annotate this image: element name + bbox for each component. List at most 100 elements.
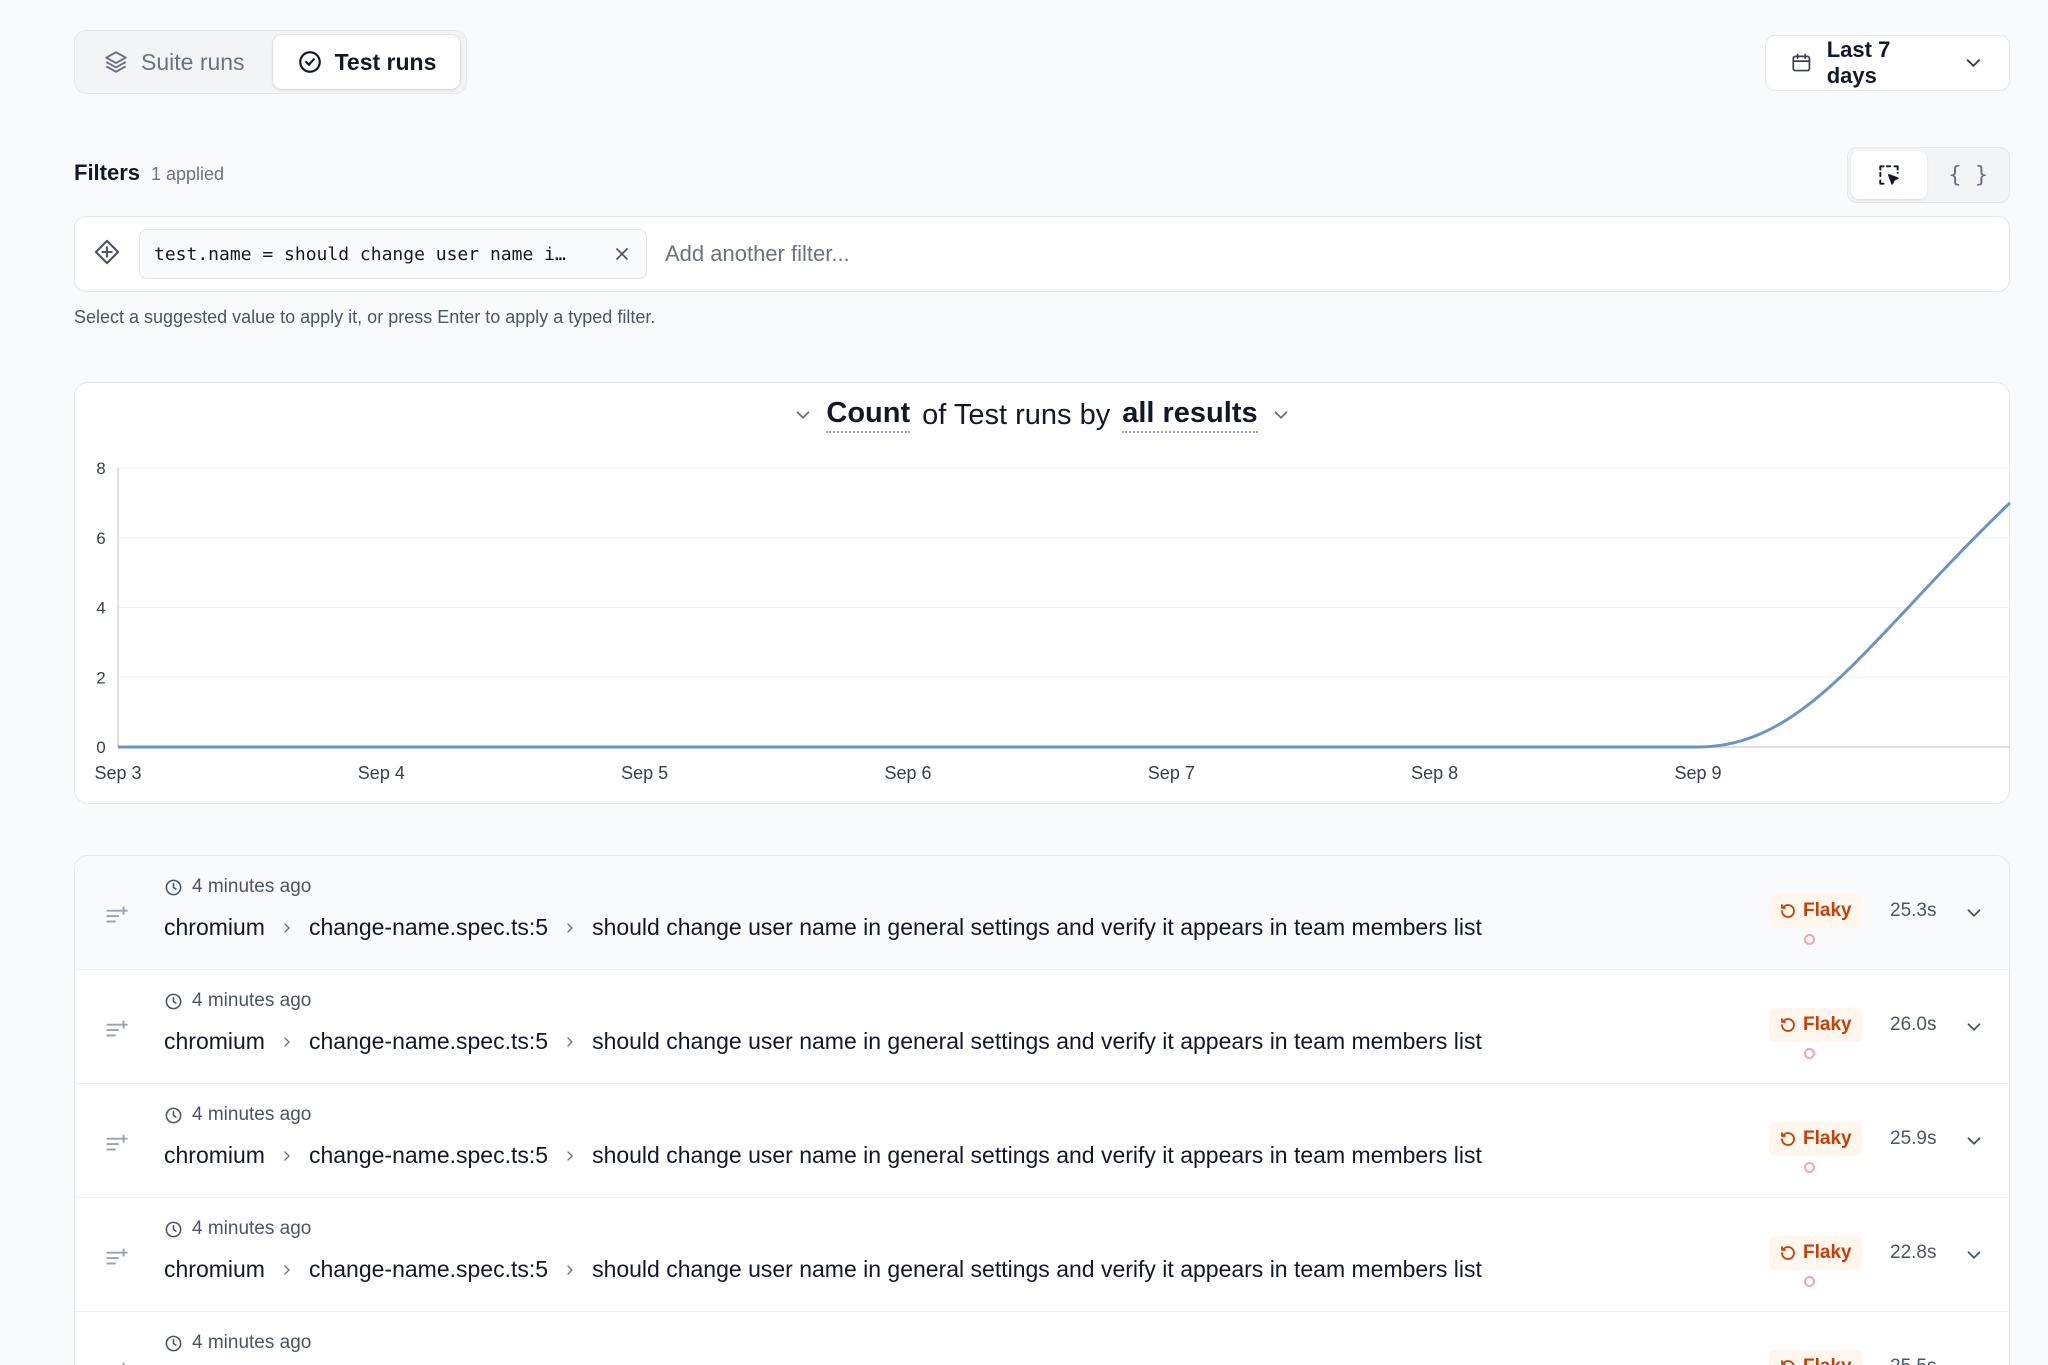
- chevron-down-icon[interactable]: [1963, 1244, 1985, 1266]
- filter-lines-icon: [106, 906, 128, 923]
- chevron-down-icon[interactable]: [792, 404, 814, 426]
- tab-suite-runs[interactable]: Suite runs: [79, 35, 269, 89]
- test-run-row[interactable]: 4 minutes ago chromium change-name.spec.…: [75, 856, 2009, 970]
- layers-icon: [105, 51, 127, 73]
- x-tick-label: Sep 4: [358, 763, 405, 783]
- filter-lines-icon: [106, 1248, 128, 1265]
- run-type-toggle: Suite runs Test runs: [74, 30, 467, 94]
- chevron-down-icon[interactable]: [1963, 1016, 1985, 1038]
- filter-lines-icon: [106, 1020, 128, 1037]
- series-line: [118, 501, 2011, 749]
- status-dot: [1804, 1048, 1815, 1059]
- run-spec: change-name.spec.ts:5: [308, 1256, 549, 1282]
- braces-icon: { }: [1948, 162, 1989, 188]
- status-dot: [1804, 1276, 1815, 1287]
- run-duration: 26.0s: [1890, 1014, 1937, 1035]
- run-time-text: 4 minutes ago: [192, 1104, 312, 1125]
- group-by-dropdown[interactable]: all results: [1122, 397, 1258, 433]
- test-run-row[interactable]: 4 minutes ago chromium change-name.spec.…: [75, 1198, 2009, 1312]
- retry-icon: [1781, 1246, 1795, 1260]
- filters-title: Filters: [74, 160, 141, 185]
- run-breadcrumb: chromium change-name.spec.ts:5 should ch…: [164, 1256, 1482, 1283]
- status-text: Flaky: [1803, 1242, 1852, 1263]
- run-duration: 22.8s: [1890, 1242, 1937, 1263]
- run-test-name: should change user name in general setti…: [592, 914, 1482, 940]
- chevron-down-icon[interactable]: [1963, 902, 1985, 924]
- chevron-right-icon: [284, 1036, 290, 1047]
- chevron-down-icon: [1967, 59, 1981, 67]
- calendar-icon: [1792, 53, 1811, 72]
- run-test-name: should change user name in general setti…: [592, 1142, 1482, 1168]
- code-filter-mode-button[interactable]: { }: [1931, 151, 2007, 199]
- close-icon[interactable]: [612, 244, 632, 264]
- status-badge: Flaky: [1769, 1008, 1862, 1042]
- run-time-text: 4 minutes ago: [192, 990, 312, 1011]
- chevron-right-icon: [284, 1264, 290, 1275]
- x-tick-label: Sep 5: [621, 763, 668, 783]
- status-text: Flaky: [1803, 1128, 1852, 1149]
- run-time: 4 minutes ago: [164, 876, 311, 898]
- status-text: Flaky: [1803, 1014, 1852, 1035]
- clock-icon: [165, 1107, 182, 1123]
- y-tick-label: 2: [96, 668, 105, 687]
- retry-icon: [1781, 1132, 1795, 1146]
- run-browser: chromium: [164, 1256, 265, 1282]
- status-text: Flaky: [1803, 1356, 1852, 1365]
- clock-icon: [165, 993, 182, 1009]
- run-spec: change-name.spec.ts:5: [308, 1028, 549, 1054]
- run-spec: change-name.spec.ts:5: [308, 1142, 549, 1168]
- run-breadcrumb: chromium change-name.spec.ts:5 should ch…: [164, 1028, 1482, 1055]
- x-tick-label: Sep 7: [1148, 763, 1195, 783]
- run-duration: 25.5s: [1890, 1356, 1936, 1365]
- chevron-down-icon[interactable]: [1963, 1130, 1985, 1152]
- status-dot: [1804, 934, 1815, 945]
- filter-hint: Select a suggested value to apply it, or…: [74, 307, 656, 327]
- y-tick-label: 8: [96, 459, 105, 478]
- retry-icon: [1781, 1018, 1795, 1032]
- y-tick-label: 6: [96, 529, 105, 548]
- run-browser: chromium: [164, 1028, 265, 1054]
- run-time-text: 4 minutes ago: [192, 1332, 312, 1353]
- visual-filter-mode-button[interactable]: [1851, 151, 1927, 199]
- filter-view-toggle: { }: [1847, 147, 2010, 203]
- clock-icon: [165, 879, 182, 895]
- run-time: 4 minutes ago: [164, 1104, 311, 1126]
- run-duration: 25.3s: [1890, 900, 1937, 921]
- test-run-row[interactable]: 4 minutes ago chromium change-name.spec.…: [75, 970, 2009, 1084]
- chevron-right-icon: [567, 1264, 573, 1275]
- y-tick-label: 4: [96, 599, 105, 618]
- test-runs-list: 4 minutes ago chromium change-name.spec.…: [74, 855, 2010, 1365]
- metric-dropdown[interactable]: Count: [826, 397, 911, 433]
- add-filter-input[interactable]: [665, 230, 1991, 278]
- x-tick-label: Sep 8: [1411, 763, 1458, 783]
- date-range-label: Last 7 days: [1826, 37, 1891, 88]
- chevron-right-icon: [284, 922, 290, 933]
- filter-lines-icon: [122, 1362, 125, 1365]
- test-run-row[interactable]: 4 minutes ago chromium change-name.spec.…: [75, 1084, 2009, 1198]
- chevron-right-icon: [567, 1036, 573, 1047]
- status-badge: Flaky: [1769, 1122, 1862, 1156]
- chevron-down-icon[interactable]: [1963, 1358, 1985, 1365]
- visual-select-icon: [1879, 165, 1899, 185]
- tab-test-runs-label: Test runs: [334, 48, 437, 75]
- run-breadcrumb: chromium change-name.spec.ts:5 should ch…: [164, 914, 1482, 941]
- status-dot: [1804, 1162, 1815, 1173]
- chevron-right-icon: [567, 922, 573, 933]
- chevron-down-icon[interactable]: [1270, 404, 1292, 426]
- filter-chip[interactable]: test.name = should change user name i…: [139, 229, 647, 279]
- run-time: 4 minutes ago: [164, 1218, 311, 1240]
- run-time: 4 minutes ago: [164, 1332, 311, 1354]
- retry-icon: [1781, 1360, 1795, 1365]
- retry-icon: [1781, 904, 1795, 918]
- clock-icon: [165, 1221, 182, 1237]
- tab-test-runs[interactable]: Test runs: [272, 35, 461, 89]
- status-text: Flaky: [1803, 900, 1852, 921]
- chart-title: Count of Test runs by all results: [75, 397, 2009, 433]
- x-tick-label: Sep 9: [1674, 763, 1721, 783]
- run-breadcrumb: chromium change-name.spec.ts:5 should ch…: [164, 1142, 1482, 1169]
- status-badge: Flaky: [1769, 1350, 1862, 1365]
- filter-lines-icon: [106, 1134, 128, 1151]
- run-test-name: should change user name in general setti…: [592, 1256, 1482, 1282]
- date-range-dropdown[interactable]: Last 7 days: [1765, 35, 2010, 91]
- test-run-row[interactable]: 4 minutes ago chromium change-name.spec.…: [75, 1312, 2009, 1365]
